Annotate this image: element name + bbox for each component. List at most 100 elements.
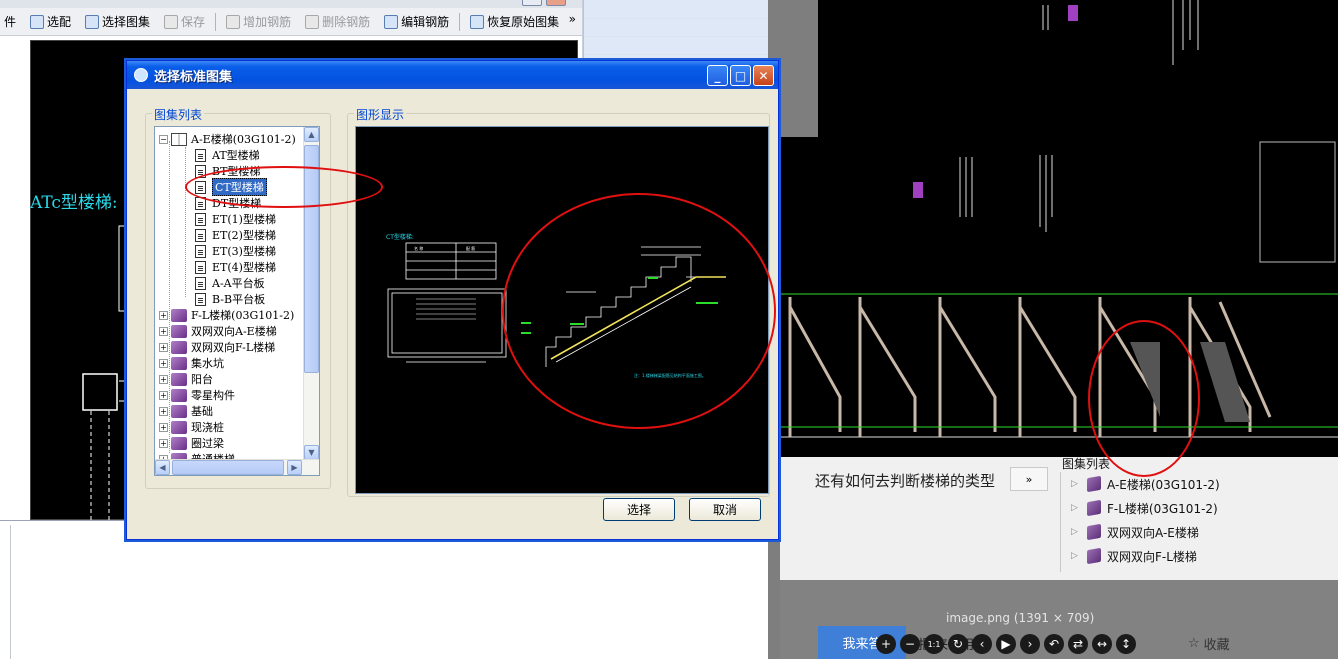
expand-icon[interactable]: + (159, 374, 168, 384)
document-icon (195, 148, 206, 162)
tree-item[interactable]: ET(4)型楼梯 (195, 259, 276, 275)
tree-item-label: ET(1)型楼梯 (212, 213, 276, 226)
minimize-button[interactable]: _ (707, 65, 728, 86)
dialog-title-bar[interactable]: 选择标准图集 _ □ ✕ (127, 61, 778, 89)
tree-item[interactable]: ET(1)型楼梯 (195, 211, 276, 227)
undo-rotate-icon[interactable]: ↶ (1044, 634, 1064, 654)
close-control[interactable] (546, 0, 566, 6)
viewer-list-title: 图集列表 (1062, 457, 1111, 471)
rotate-icon[interactable]: ↻ (948, 634, 968, 654)
maximize-button[interactable]: □ (730, 65, 751, 86)
close-button[interactable]: ✕ (753, 65, 774, 86)
scroll-right-icon[interactable]: ▶ (287, 460, 302, 475)
tree-category[interactable]: + 双网双向F-L楼梯 (159, 339, 275, 355)
tree-item[interactable]: A-A平台板 (195, 275, 265, 291)
previous-icon[interactable]: ‹ (972, 634, 992, 654)
tree-guide-line (185, 147, 186, 297)
book-icon (1087, 547, 1101, 565)
toolbar-overflow-button[interactable]: » (569, 12, 576, 26)
tree-item-label: ET(4)型楼梯 (212, 261, 276, 274)
expand-icon[interactable]: + (159, 326, 168, 336)
expand-icon[interactable]: + (159, 342, 168, 352)
tree-item-label: A-E楼梯(03G101-2) (191, 133, 296, 146)
edit-rebar-icon (384, 14, 399, 29)
tree-item[interactable]: B-B平台板 (195, 291, 265, 307)
tree-category[interactable]: − A-E楼梯(03G101-2) (159, 131, 296, 147)
tree-guide-line (169, 141, 170, 453)
book-icon (171, 404, 187, 418)
collapse-icon[interactable]: − (159, 134, 168, 144)
expand-icon[interactable]: + (159, 310, 168, 320)
dialog-title: 选择标准图集 (154, 69, 233, 85)
expand-icon[interactable]: + (159, 406, 168, 416)
add-rebar-button[interactable]: 增加钢筋 (222, 11, 295, 33)
tree-category[interactable]: + 阳台 (159, 371, 213, 387)
tree-item-label: B-B平台板 (212, 293, 266, 306)
scroll-up-icon[interactable]: ▲ (304, 127, 319, 142)
scroll-left-icon[interactable]: ◀ (155, 460, 170, 475)
tree-item[interactable]: ET(3)型楼梯 (195, 243, 276, 259)
play-icon[interactable]: ▶ (996, 634, 1016, 654)
cancel-button[interactable]: 取消 (689, 498, 761, 521)
restore-atlas-button[interactable]: 恢复原始图集 (466, 11, 563, 33)
favorite-button[interactable]: ☆ 收藏 (1188, 634, 1230, 653)
viewer-cad-stairs-drawing (780, 141, 1338, 438)
tree-item[interactable]: ET(2)型楼梯 (195, 227, 276, 243)
actual-size-icon[interactable]: 1:1 (924, 634, 944, 654)
book-icon (171, 388, 187, 402)
viewer-more-button[interactable]: » (1010, 467, 1048, 491)
fit-width-icon[interactable]: ↔ (1092, 634, 1112, 654)
select-button[interactable]: 选择 (603, 498, 675, 521)
toolbar: 件 选配 选择图集 保存 增加钢筋 删除钢筋 编辑钢筋 恢复原始图集 » (0, 8, 582, 36)
scroll-down-icon[interactable]: ▼ (304, 445, 319, 460)
viewer-question-text: 还有如何去判断楼梯的类型 (815, 472, 996, 490)
star-icon: ☆ (1188, 636, 1200, 651)
delete-rebar-icon (305, 14, 320, 29)
zoom-in-icon[interactable]: + (876, 634, 896, 654)
tree-item-label: 集水坑 (191, 357, 224, 370)
tree-category[interactable]: + 基础 (159, 403, 213, 419)
tree-item-label: 现浇桩 (191, 421, 224, 434)
select-config-button[interactable]: 选配 (26, 11, 75, 33)
viewer-list-item: ▷ A-E楼梯(03G101-2) (1071, 475, 1220, 493)
expand-icon[interactable]: + (159, 358, 168, 368)
document-icon (195, 292, 206, 306)
tree-category[interactable]: + 零星构件 (159, 387, 235, 403)
tree-category[interactable]: + F-L楼梯(03G101-2) (159, 307, 294, 323)
expand-icon[interactable]: + (159, 438, 168, 448)
tree-item-label: ET(2)型楼梯 (212, 229, 276, 242)
viewer-list-item: ▷ F-L楼梯(03G101-2) (1071, 499, 1218, 517)
book-icon (1087, 523, 1101, 541)
edit-rebar-button[interactable]: 编辑钢筋 (380, 11, 453, 33)
fit-height-icon[interactable]: ↕ (1116, 634, 1136, 654)
document-icon (195, 260, 206, 274)
tree-item-label: 基础 (191, 405, 213, 418)
save-icon (164, 14, 179, 29)
tree-horizontal-scrollbar[interactable]: ◀ ▶ (155, 459, 319, 475)
zoom-out-icon[interactable]: − (900, 634, 920, 654)
book-icon (171, 420, 187, 434)
viewer-list-item: ▷ 双网双向A-E楼梯 (1071, 523, 1199, 541)
tree-item-label: AT型楼梯 (212, 149, 260, 162)
preview-table-header: 配 筋 (466, 245, 475, 251)
expand-triangle-icon: ▷ (1071, 551, 1078, 561)
swap-icon[interactable]: ⇄ (1068, 634, 1088, 654)
tree-item[interactable]: AT型楼梯 (195, 147, 260, 163)
preview-label: 图形显示 (354, 106, 407, 123)
tree-category[interactable]: + 双网双向A-E楼梯 (159, 323, 277, 339)
minimize-control[interactable] (522, 0, 542, 6)
tree-item-label: 双网双向A-E楼梯 (191, 325, 277, 338)
expand-icon[interactable]: + (159, 390, 168, 400)
save-button[interactable]: 保存 (160, 11, 209, 33)
select-atlas-button[interactable]: 选择图集 (81, 11, 154, 33)
scroll-thumb[interactable] (172, 460, 284, 475)
atlas-list-label: 图集列表 (152, 106, 205, 123)
book-icon (1087, 475, 1101, 493)
document-icon (195, 228, 206, 242)
viewer-image-top (818, 0, 1338, 137)
next-icon[interactable]: › (1020, 634, 1040, 654)
toolbar-item-partial[interactable]: 件 (0, 11, 20, 33)
delete-rebar-button[interactable]: 删除钢筋 (301, 11, 374, 33)
expand-icon[interactable]: + (159, 422, 168, 432)
app-icon (134, 68, 148, 82)
